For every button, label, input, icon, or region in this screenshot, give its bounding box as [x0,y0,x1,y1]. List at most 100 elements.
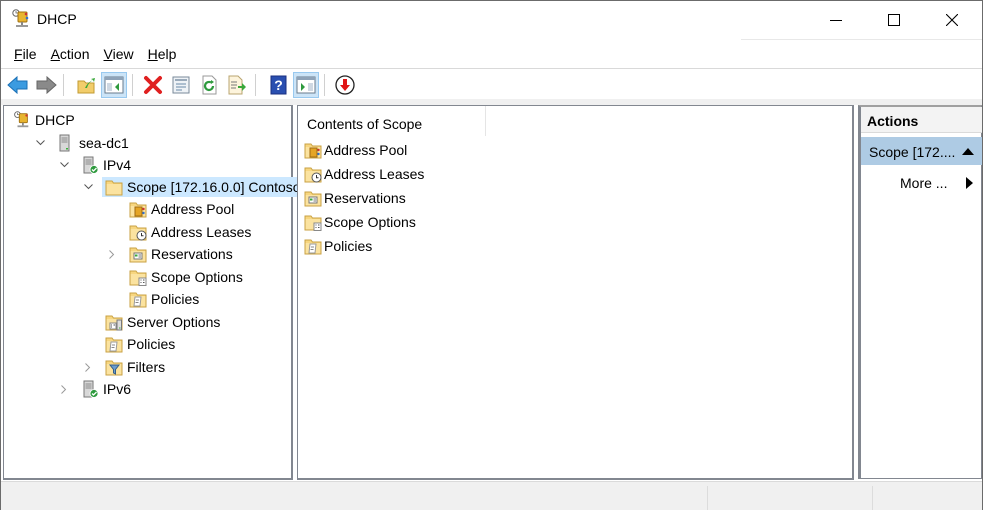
action-pane-icon [296,76,316,94]
collapse-chevron-icon[interactable] [82,181,94,193]
tree-item[interactable]: Scope Options [106,266,247,288]
tree-item[interactable]: Policies [106,288,203,310]
tree-item-content[interactable]: Policies [126,289,203,309]
toolbar-separator [63,74,64,96]
address-pool-icon [304,141,322,159]
menu-file-label: ile [22,46,37,62]
tree-item[interactable]: Address Pool [106,198,238,220]
list-item[interactable]: Address Leases [304,163,424,185]
tree-item-content[interactable]: Filters [102,357,169,377]
ipv6-server-icon [81,380,99,398]
menu-file[interactable]: File [7,43,44,65]
actions-section-scope[interactable]: Scope [172.... [861,137,982,165]
expand-chevron-icon[interactable] [106,248,118,260]
tree-item-content[interactable]: sea-dc1 [54,133,133,153]
maximize-button[interactable] [865,1,923,39]
dhcp-window: DHCP File Action View Help ? DHCP sea-dc… [0,0,983,510]
tree-item-content[interactable]: Scope [172.16.0.0] Contoso [102,177,305,197]
show-hide-action-pane-button[interactable] [293,72,319,98]
tree-item[interactable]: sea-dc1 [34,132,133,154]
tree-item-label: Server Options [127,314,221,330]
tree-item-label: Scope [172.16.0.0] Contoso [127,179,301,195]
tree-item-label: Scope Options [151,269,243,285]
menu-action[interactable]: Action [44,43,97,65]
tree-item-label: Address Leases [151,224,252,240]
tree-item-content[interactable]: Reservations [126,244,237,264]
up-folder-icon [77,78,95,94]
actions-more-item[interactable]: More ... [861,169,982,197]
list-item-label: Address Pool [324,142,408,158]
refresh-icon [202,75,217,95]
dhcp-icon [13,111,31,129]
deactivate-icon [335,75,355,95]
tree-item[interactable]: Address Leases [106,221,255,243]
no-expander [106,226,118,238]
policies-icon [304,237,322,255]
tree-item-content[interactable]: Address Pool [126,199,238,219]
up-one-level-button[interactable] [73,72,99,98]
expand-chevron-icon[interactable] [58,383,70,395]
console-tree-pane[interactable]: DHCP sea-dc1 IPv4 Scope [172.16.0.0] Contos… [3,105,305,480]
tree-item-content[interactable]: Scope Options [126,267,247,287]
tree-item[interactable]: Reservations [106,243,237,265]
list-item-label: Scope Options [324,214,416,230]
tree-item-label: Filters [127,359,166,375]
dhcp-icon [11,9,31,29]
collapse-chevron-icon[interactable] [34,137,46,149]
tree-item-label: DHCP [35,112,75,128]
menu-help[interactable]: Help [141,43,184,65]
tree-item[interactable]: Filters [82,356,169,378]
tree-item-content[interactable]: IPv6 [78,379,135,399]
tree-item-content[interactable]: Address Leases [126,222,255,242]
tree-item-content[interactable]: IPv4 [78,155,135,175]
results-pane[interactable]: Contents of Scope Address Pool Address Le… [297,105,854,480]
scope-options-icon [304,213,322,231]
tree-item[interactable]: DHCP [10,109,79,131]
menu-view[interactable]: View [97,43,141,65]
tree-item[interactable]: Server Options [82,311,224,333]
list-item[interactable]: Address Pool [304,139,407,161]
collapse-triangle-icon [962,148,974,155]
status-bar [1,481,982,510]
forward-button[interactable] [33,72,59,98]
tree-item[interactable]: Scope [172.16.0.0] Contoso [82,176,305,198]
tree-item[interactable]: IPv6 [58,378,135,400]
no-expander [106,293,118,305]
show-hide-console-tree-button[interactable] [101,72,127,98]
scope-options-icon [129,268,147,286]
filters-icon [105,358,123,376]
reservations-icon [129,245,147,263]
deactivate-button[interactable] [332,72,358,98]
minimize-button[interactable] [807,1,865,39]
window-title: DHCP [37,11,77,27]
list-item[interactable]: Reservations [304,187,406,209]
close-button[interactable] [923,1,981,39]
export-list-button[interactable] [224,72,250,98]
actions-title: Actions [867,113,919,129]
expand-chevron-icon[interactable] [82,361,94,373]
list-item[interactable]: Scope Options [304,211,416,233]
tree-item-content[interactable]: DHCP [10,110,79,130]
toolbar-separator [132,74,133,96]
back-button[interactable] [5,72,31,98]
delete-button[interactable] [140,72,166,98]
tree-item-label: Policies [127,336,176,352]
refresh-button[interactable] [196,72,222,98]
server-options-icon [105,313,123,331]
menu-view-accel: V [103,46,113,62]
menu-view-label: iew [112,46,134,62]
address-leases-icon [304,165,322,183]
help-button[interactable]: ? [265,72,291,98]
properties-button[interactable] [168,72,194,98]
tree-item[interactable]: Policies [82,333,179,355]
column-header-contents[interactable]: Contents of Scope [298,106,486,136]
title-bar[interactable]: DHCP [1,1,982,39]
collapse-chevron-icon[interactable] [58,159,70,171]
list-item[interactable]: Policies [304,235,372,257]
back-arrow-icon [7,76,28,94]
tree-item-content[interactable]: Policies [102,334,179,354]
list-item-label: Policies [324,238,373,254]
tree-item[interactable]: IPv4 [58,154,135,176]
close-icon [946,14,958,26]
tree-item-content[interactable]: Server Options [102,312,224,332]
